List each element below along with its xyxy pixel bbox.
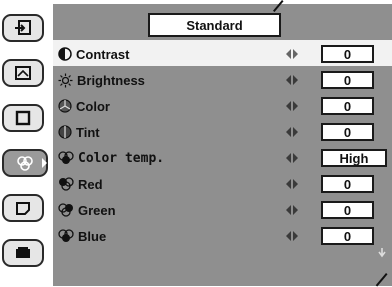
value-field[interactable]: 0 (321, 45, 374, 63)
value-field[interactable]: High (321, 149, 387, 167)
value-field[interactable]: 0 (321, 123, 374, 141)
adjust-arrows-icon[interactable] (285, 74, 299, 86)
menu-sidebar (2, 14, 50, 286)
picture-icon (16, 202, 30, 215)
adjust-arrows-icon[interactable] (285, 152, 299, 164)
tab-screen[interactable] (2, 59, 44, 87)
value-field[interactable]: 0 (321, 71, 374, 89)
blue-icon (58, 229, 74, 242)
adjust-arrows-icon[interactable] (285, 126, 299, 138)
tab-setting[interactable] (2, 104, 44, 132)
color-icon (58, 99, 72, 113)
green-icon (58, 203, 73, 217)
contrast-icon (58, 47, 72, 61)
row-label-text: Brightness (77, 72, 145, 88)
menu-row-red[interactable]: Red 0 (53, 170, 392, 196)
active-tab-arrow-icon (42, 158, 47, 168)
image-adjust-panel: Standard Contrast 0 Brightness 0 Color 0… (53, 0, 392, 287)
value-field[interactable]: 0 (321, 175, 374, 193)
row-label: Green (58, 200, 116, 220)
menu-row-color[interactable]: Color 0 (53, 92, 392, 118)
menu-row-tint[interactable]: Tint 0 (53, 118, 392, 144)
projector-icon (16, 247, 30, 258)
color-temp-icon (58, 151, 74, 164)
tab-image-adjust[interactable] (2, 149, 48, 177)
row-label: Brightness (58, 70, 145, 90)
row-label: Contrast (58, 44, 129, 64)
osd-menu: Standard Contrast 0 Brightness 0 Color 0… (0, 0, 392, 287)
tab-projector[interactable] (2, 239, 44, 267)
adjust-arrows-icon[interactable] (285, 178, 299, 190)
menu-row-green[interactable]: Green 0 (53, 196, 392, 222)
adjust-arrows-icon[interactable] (285, 204, 299, 216)
image-adjust-icon (17, 156, 33, 171)
tab-input[interactable] (2, 14, 44, 42)
value-field[interactable]: 0 (321, 227, 374, 245)
adjust-arrows-icon[interactable] (285, 48, 299, 60)
value-field[interactable]: 0 (321, 201, 374, 219)
square-icon (15, 110, 31, 126)
mode-title[interactable]: Standard (148, 13, 281, 37)
row-label-text: Tint (76, 124, 100, 140)
row-label: Tint (58, 122, 100, 142)
row-label: Color temp. (58, 148, 164, 168)
row-label-text: Color (76, 98, 110, 114)
scroll-down-icon[interactable] (377, 247, 387, 259)
input-icon (15, 20, 31, 35)
menu-row-blue[interactable]: Blue 0 (53, 222, 392, 248)
menu-row-contrast[interactable]: Contrast 0 (53, 40, 392, 66)
tint-icon (58, 125, 72, 139)
value-field[interactable]: 0 (321, 97, 374, 115)
row-label-text: Contrast (76, 46, 130, 62)
row-label-text: Green (78, 202, 116, 218)
menu-row-brightness[interactable]: Brightness 0 (53, 66, 392, 92)
row-label-text: Color temp. (78, 150, 165, 166)
adjust-arrows-icon[interactable] (285, 230, 299, 242)
row-label: Red (58, 174, 103, 194)
tab-picture[interactable] (2, 194, 44, 222)
red-icon (59, 177, 74, 191)
row-label-text: Blue (78, 228, 107, 244)
brightness-icon (58, 73, 73, 87)
adjust-arrows-icon[interactable] (285, 100, 299, 112)
row-label: Blue (58, 226, 106, 246)
screen-icon (15, 66, 31, 80)
row-label-text: Red (78, 176, 103, 192)
row-label: Color (58, 96, 110, 116)
menu-row-color-temp[interactable]: Color temp. High (53, 144, 392, 170)
